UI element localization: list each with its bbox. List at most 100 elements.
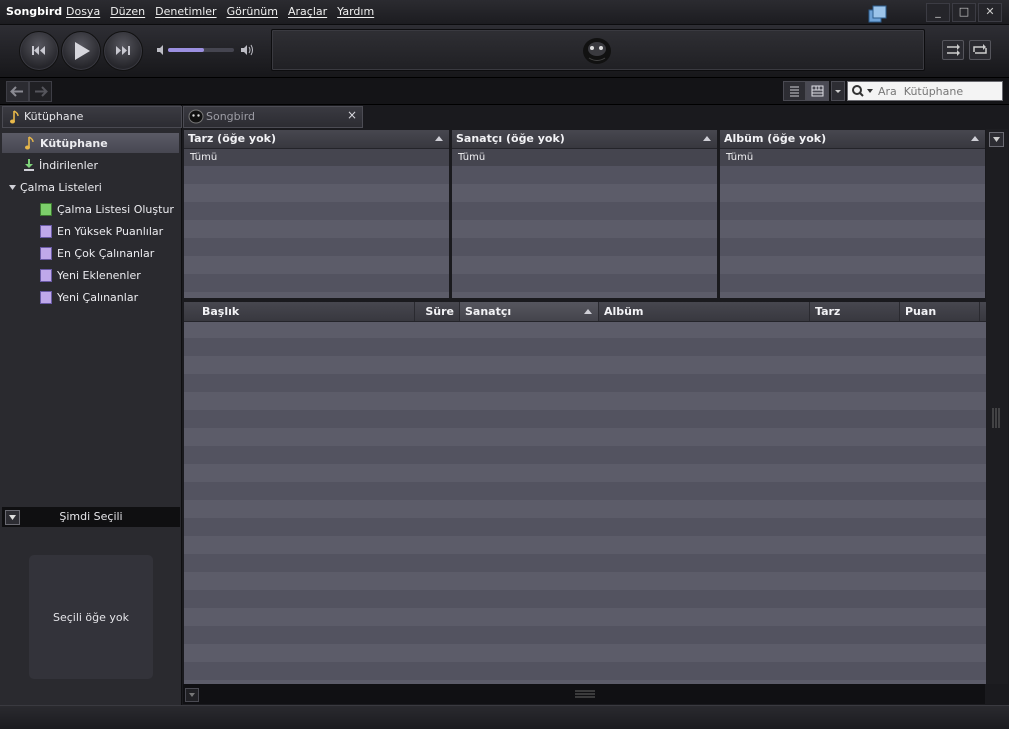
column-title[interactable]: Başlık bbox=[184, 302, 415, 321]
sidebar-item-most-played[interactable]: En Çok Çalınanlar bbox=[0, 243, 181, 263]
artist-filter-header[interactable]: Sanatçı (öğe yok) bbox=[452, 130, 717, 149]
music-note-icon bbox=[25, 136, 34, 150]
footer-toggle[interactable] bbox=[185, 688, 199, 702]
menu-view[interactable]: Görünüm bbox=[227, 5, 278, 18]
now-selected-title: Şimdi Seçili bbox=[59, 510, 123, 523]
view-dropdown-button[interactable] bbox=[831, 81, 845, 101]
next-button[interactable] bbox=[103, 31, 143, 71]
artist-filter-title: Sanatçı (öğe yok) bbox=[456, 132, 565, 145]
status-bar bbox=[0, 705, 1009, 729]
list-view-button[interactable] bbox=[783, 81, 806, 101]
back-button[interactable] bbox=[6, 81, 29, 102]
sidebar-item-label: En Çok Çalınanlar bbox=[57, 246, 155, 260]
songbird-tab-icon bbox=[188, 109, 204, 124]
smart-playlist-icon bbox=[40, 224, 52, 238]
genre-filter-title: Tarz (öğe yok) bbox=[188, 132, 276, 145]
menu-controls[interactable]: Denetimler bbox=[155, 5, 216, 18]
search-input[interactable] bbox=[878, 82, 996, 100]
sidebar-header-label: Kütüphane bbox=[24, 110, 84, 123]
shuffle-button[interactable] bbox=[942, 40, 964, 60]
column-duration[interactable]: Süre bbox=[415, 302, 460, 321]
maximize-button[interactable]: □ bbox=[952, 3, 976, 22]
sidebar-item-label: Çalma Listesi Oluştur bbox=[57, 202, 174, 216]
column-artist[interactable]: Sanatçı bbox=[460, 302, 599, 321]
search-box[interactable] bbox=[847, 81, 1003, 101]
sidebar-item-top-rated[interactable]: En Yüksek Puanlılar bbox=[0, 221, 181, 241]
sidebar-item-label: Çalma Listeleri bbox=[20, 180, 102, 194]
previous-button[interactable] bbox=[19, 31, 59, 71]
sort-ascending-icon bbox=[971, 136, 979, 141]
play-button[interactable] bbox=[61, 31, 101, 71]
forward-arrow-icon bbox=[35, 86, 48, 97]
sidebar-item-label: Yeni Eklenenler bbox=[57, 268, 141, 282]
artist-filter-pane[interactable]: Sanatçı (öğe yok) Tümü bbox=[451, 129, 718, 299]
right-pane-toggle[interactable] bbox=[989, 132, 1004, 147]
filter-view-button[interactable] bbox=[806, 81, 829, 101]
volume-level bbox=[168, 48, 204, 52]
minimize-button[interactable]: _ bbox=[926, 3, 950, 22]
volume-mute-icon[interactable] bbox=[156, 44, 166, 56]
search-icon bbox=[852, 85, 873, 97]
track-list-header: Başlık Süre Sanatçı Albüm Tarz Puan bbox=[184, 302, 986, 322]
sort-ascending-icon bbox=[435, 136, 443, 141]
genre-filter-all[interactable]: Tümü bbox=[184, 149, 449, 166]
sidebar-item-library[interactable]: Kütüphane bbox=[2, 133, 179, 153]
chevron-down-icon bbox=[189, 693, 195, 697]
repeat-icon bbox=[973, 44, 987, 54]
sidebar-item-downloads[interactable]: İndirilenler bbox=[0, 155, 181, 175]
menu-edit[interactable]: Düzen bbox=[110, 5, 145, 18]
smart-playlist-icon bbox=[40, 268, 52, 282]
column-rating[interactable]: Puan bbox=[900, 302, 980, 321]
sort-ascending-icon bbox=[703, 136, 711, 141]
previous-icon bbox=[32, 46, 45, 55]
smart-playlist-icon bbox=[40, 290, 52, 304]
sidebar-item-recently-added[interactable]: Yeni Eklenenler bbox=[0, 265, 181, 285]
menu-help[interactable]: Yardım bbox=[337, 5, 374, 18]
now-selected-empty-text: Seçili öğe yok bbox=[52, 611, 130, 624]
repeat-button[interactable] bbox=[969, 40, 991, 60]
genre-filter-pane[interactable]: Tarz (öğe yok) Tümü bbox=[183, 129, 450, 299]
smart-playlist-icon bbox=[40, 246, 52, 260]
column-artist-label: Sanatçı bbox=[465, 305, 512, 318]
sidebar-header[interactable]: Kütüphane bbox=[2, 106, 182, 128]
album-filter-all[interactable]: Tümü bbox=[720, 149, 985, 166]
chevron-down-icon bbox=[993, 137, 1000, 142]
sidebar-item-recently-played[interactable]: Yeni Çalınanlar bbox=[0, 287, 181, 307]
track-list[interactable]: Başlık Süre Sanatçı Albüm Tarz Puan bbox=[183, 301, 987, 685]
sidebar-item-label: İndirilenler bbox=[39, 158, 98, 172]
resize-grip-icon[interactable] bbox=[574, 689, 596, 699]
tab-songbird[interactable]: Songbird × bbox=[183, 106, 363, 128]
column-genre[interactable]: Tarz bbox=[810, 302, 900, 321]
shuffle-icon bbox=[947, 44, 960, 56]
album-filter-header[interactable]: Albüm (öğe yok) bbox=[720, 130, 985, 149]
sidebar-item-label: Kütüphane bbox=[40, 136, 108, 150]
tab-label: Songbird bbox=[206, 110, 256, 123]
resize-grip-icon[interactable] bbox=[990, 407, 1002, 429]
sidebar-item-create-playlist[interactable]: Çalma Listesi Oluştur bbox=[0, 199, 181, 219]
volume-max-icon[interactable] bbox=[240, 43, 256, 57]
chevron-down-icon bbox=[835, 90, 841, 93]
tab-close-button[interactable]: × bbox=[347, 108, 357, 122]
songbird-logo-icon bbox=[583, 38, 611, 64]
sidebar-item-label: En Yüksek Puanlılar bbox=[57, 224, 164, 238]
download-icon bbox=[24, 159, 34, 171]
sort-ascending-icon bbox=[584, 309, 592, 314]
miniplayer-icon[interactable] bbox=[868, 5, 888, 23]
artist-filter-all[interactable]: Tümü bbox=[452, 149, 717, 166]
filter-view-icon bbox=[811, 85, 824, 97]
list-view-icon bbox=[790, 86, 799, 97]
forward-button[interactable] bbox=[29, 81, 52, 102]
close-button[interactable]: ✕ bbox=[978, 3, 1002, 22]
next-icon bbox=[116, 46, 130, 55]
menu-file[interactable]: Dosya bbox=[66, 5, 100, 18]
album-filter-pane[interactable]: Albüm (öğe yok) Tümü bbox=[719, 129, 986, 299]
menu-tools[interactable]: Araçlar bbox=[288, 5, 327, 18]
back-arrow-icon bbox=[10, 86, 23, 97]
genre-filter-header[interactable]: Tarz (öğe yok) bbox=[184, 130, 449, 149]
add-playlist-icon bbox=[40, 202, 52, 216]
sidebar-group-playlists[interactable]: Çalma Listeleri bbox=[0, 177, 181, 197]
music-note-icon bbox=[10, 110, 19, 124]
chevron-down-icon bbox=[9, 184, 16, 190]
play-icon bbox=[75, 42, 90, 60]
column-album[interactable]: Albüm bbox=[599, 302, 810, 321]
